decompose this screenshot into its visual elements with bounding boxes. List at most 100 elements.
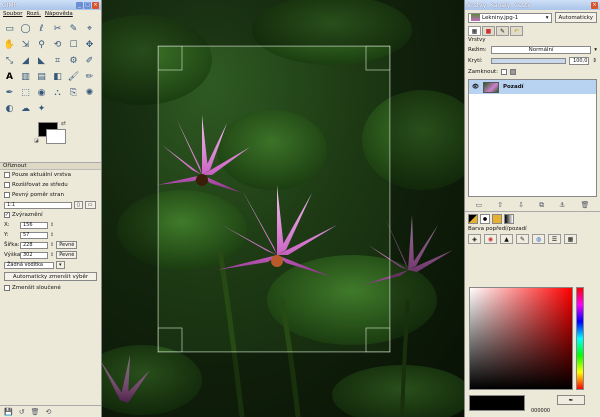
minimize-icon[interactable]: _	[76, 1, 83, 9]
opacity-slider[interactable]	[491, 57, 567, 64]
reset-colors-icon[interactable]: ◪	[34, 138, 39, 144]
image-canvas[interactable]	[102, 0, 464, 417]
zoom-icon[interactable]: ⚲	[34, 37, 49, 52]
fixed-ratio-checkbox[interactable]	[4, 192, 10, 198]
scissors-icon[interactable]: ✂	[50, 21, 65, 36]
text-icon[interactable]: A	[2, 69, 17, 84]
restore-options-icon[interactable]: ↺	[19, 408, 25, 416]
width-input[interactable]: 228	[20, 241, 48, 249]
tab-layers-icon[interactable]: ▦	[468, 26, 481, 36]
heal-icon[interactable]: ⛬	[50, 85, 65, 100]
scales-selector-icon[interactable]: ☰	[548, 234, 561, 244]
palette-selector-icon[interactable]: ▦	[564, 234, 577, 244]
shear-icon[interactable]: ◢	[18, 53, 33, 68]
shrink-merged-checkbox[interactable]	[4, 285, 10, 291]
airbrush-icon[interactable]: ◉	[34, 85, 49, 100]
tab-paths-icon[interactable]: ✎	[496, 26, 509, 36]
height-spinner-icon[interactable]: ⇕	[50, 252, 54, 258]
shrink-merged-option[interactable]: Zmenšit sloučené	[0, 283, 101, 293]
visibility-eye-icon[interactable]: 👁	[472, 84, 479, 90]
measure-icon[interactable]: ⚙	[66, 53, 81, 68]
ink-icon[interactable]: ✒	[2, 85, 17, 100]
portrait-icon[interactable]: ▯	[74, 201, 83, 209]
maximize-icon[interactable]: □	[84, 1, 91, 9]
pencil-icon[interactable]: ✏	[82, 69, 97, 84]
menu-rozsireni[interactable]: Rozš.	[26, 11, 40, 18]
x-spinner-icon[interactable]: ⇕	[50, 222, 54, 228]
delete-layer-icon[interactable]: 🗑	[581, 201, 590, 209]
pattern-tab-icon[interactable]	[492, 214, 502, 224]
smudge-icon[interactable]: ☁	[18, 101, 33, 116]
opacity-spinner-icon[interactable]: ⇕	[592, 58, 597, 64]
fixed-ratio-option[interactable]: Pevný poměr stran	[0, 190, 101, 200]
anchor-layer-icon[interactable]: ⚓	[559, 201, 565, 209]
triangle-selector-icon[interactable]: ▲	[500, 234, 513, 244]
reset-options-icon[interactable]: ⟲	[45, 408, 51, 416]
tab-channels-icon[interactable]: ■	[482, 26, 495, 36]
background-color[interactable]	[46, 129, 66, 144]
current-layer-checkbox[interactable]	[4, 172, 10, 178]
guides-dropdown-icon[interactable]: ▾	[56, 261, 65, 269]
raise-layer-icon[interactable]: ⇧	[497, 201, 503, 209]
hue-slider[interactable]	[576, 287, 584, 390]
bucket-fill-icon[interactable]: ▥	[18, 69, 33, 84]
color-picker-field[interactable]	[469, 287, 573, 390]
watercolor-selector-icon[interactable]: ✎	[516, 234, 529, 244]
lock-pixels-checkbox[interactable]	[501, 68, 508, 75]
landscape-icon[interactable]: ▭	[84, 201, 96, 209]
layer-row[interactable]: 👁 Pozadí	[469, 80, 596, 94]
expand-center-checkbox[interactable]	[4, 182, 10, 188]
paintbrush-icon[interactable]: 🖌	[66, 69, 81, 84]
flip-icon[interactable]: ⌗	[50, 53, 65, 68]
fgbg-tab-icon[interactable]	[468, 214, 478, 224]
image-selector[interactable]: Lekniny.jpg-1 ▾	[468, 12, 552, 23]
expand-center-option[interactable]: Rozšiřovat ze středu	[0, 180, 101, 190]
brush-tab-icon[interactable]	[480, 214, 490, 224]
scale-icon[interactable]: ⤡	[2, 53, 17, 68]
height-input[interactable]: 302	[20, 251, 48, 259]
fixed-width-button[interactable]: Pevné	[56, 241, 78, 249]
mode-select[interactable]: Normální	[491, 45, 592, 54]
current-layer-option[interactable]: Pouze aktuální vrstva	[0, 170, 101, 180]
lock-alpha-checkbox[interactable]	[510, 68, 517, 75]
perspective-icon[interactable]: ◣	[34, 53, 49, 68]
mode-dropdown-icon[interactable]: ▾	[594, 47, 597, 53]
ellipse-select-icon[interactable]: ◯	[18, 21, 33, 36]
sharpen-icon[interactable]: ✦	[34, 101, 49, 116]
transform-icon[interactable]: ✥	[82, 37, 97, 52]
fixed-height-button[interactable]: Pevné	[56, 251, 78, 259]
toolbox-titlebar[interactable]: GIMP _ □ ×	[0, 0, 101, 10]
highlight-option[interactable]: ✓ Zvýraznění	[0, 210, 101, 220]
dodge-icon[interactable]: ◐	[2, 101, 17, 116]
guides-select[interactable]: Žádná vodítka	[4, 261, 54, 269]
rotate-icon[interactable]: ⟲	[50, 37, 65, 52]
duplicate-layer-icon[interactable]: ⧉	[539, 201, 544, 209]
rect-select-icon[interactable]: ▭	[2, 21, 17, 36]
tab-undo-icon[interactable]: ↶	[510, 26, 523, 36]
pipette-icon[interactable]: ✒	[557, 395, 585, 405]
hex-value[interactable]: 000000	[531, 408, 550, 414]
paths-icon[interactable]: ✎	[66, 21, 81, 36]
lasso-icon[interactable]: ℓ	[34, 21, 49, 36]
save-options-icon[interactable]: 💾	[4, 408, 13, 416]
blend-icon[interactable]: ◧	[50, 69, 65, 84]
swap-colors-icon[interactable]: ⇄	[61, 120, 66, 127]
crop-icon[interactable]: ☐	[66, 37, 81, 52]
ratio-input[interactable]: 1:1	[4, 201, 72, 209]
new-layer-icon[interactable]: ▭	[476, 201, 483, 209]
color-picker-icon[interactable]: ⌖	[82, 21, 97, 36]
x-input[interactable]: 156	[20, 221, 48, 229]
cmyk-selector-icon[interactable]: ◉	[484, 234, 497, 244]
blur-icon[interactable]: ✺	[82, 85, 97, 100]
dock-close-icon[interactable]: ×	[591, 1, 598, 9]
menu-napoveda[interactable]: Nápověda	[45, 11, 73, 18]
menu-soubor[interactable]: Soubor	[3, 11, 22, 18]
gimp-selector-icon[interactable]: ◈	[468, 234, 481, 244]
highlight-checkbox[interactable]: ✓	[4, 212, 10, 218]
y-spinner-icon[interactable]: ⇕	[50, 232, 54, 238]
move-icon[interactable]: ✋	[2, 37, 17, 52]
auto-button[interactable]: Automaticky	[554, 12, 597, 23]
cage-icon[interactable]: ✐	[82, 53, 97, 68]
gradient-icon[interactable]: ▤	[34, 69, 49, 84]
wheel-selector-icon[interactable]: ◍	[532, 234, 545, 244]
